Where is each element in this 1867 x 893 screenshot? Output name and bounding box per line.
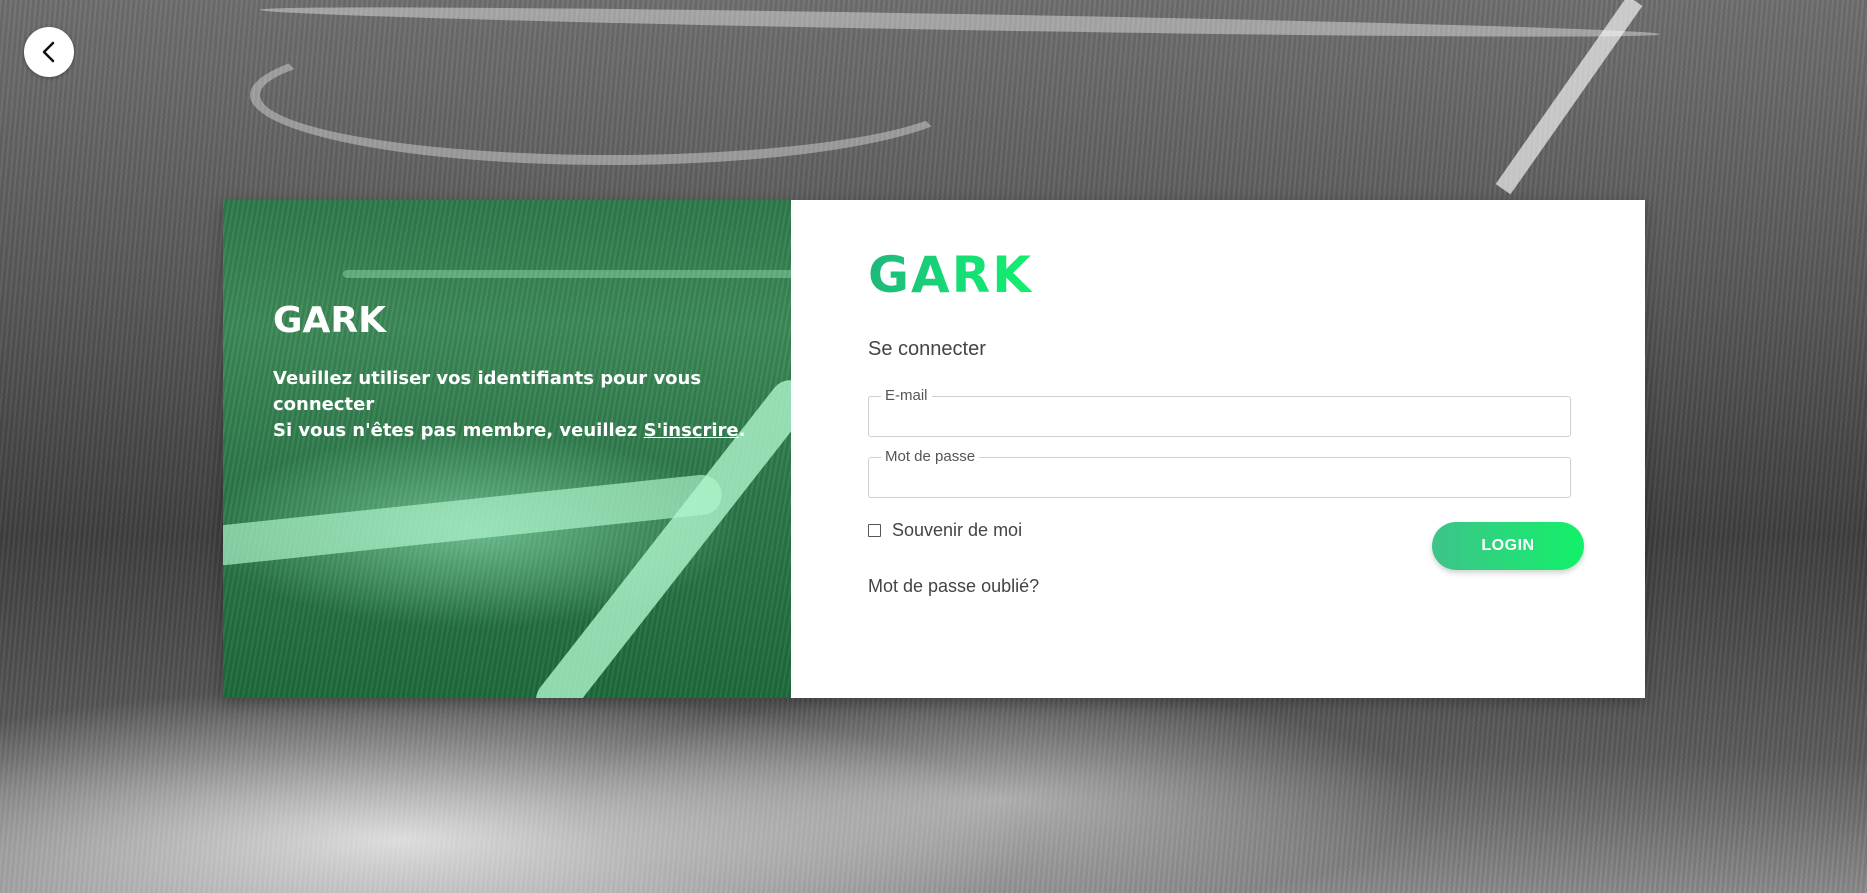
remember-me-label: Souvenir de moi	[892, 520, 1023, 540]
remember-me-checkbox[interactable]	[868, 524, 881, 537]
forgot-password-link[interactable]: Mot de passe oublié?	[868, 576, 1039, 597]
password-field: Mot de passe	[868, 449, 1571, 498]
login-page: GARK Veuillez utiliser vos identifiants …	[0, 0, 1867, 893]
password-input[interactable]	[869, 458, 1570, 497]
chevron-left-icon	[42, 41, 55, 63]
form-title: Se connecter	[868, 338, 986, 360]
gark-logo: GARK	[868, 246, 1033, 304]
welcome-panel: GARK Veuillez utiliser vos identifiants …	[223, 200, 791, 698]
signup-prompt-suffix: .	[738, 420, 746, 441]
login-form-panel: GARK Se connecter E-mail Mot de passe So…	[791, 200, 1645, 698]
email-input[interactable]	[869, 397, 1570, 436]
signup-prompt: Si vous n'êtes pas membre, veuillez S'in…	[273, 418, 773, 444]
back-button[interactable]	[24, 27, 74, 77]
login-button[interactable]: LOGIN	[1432, 522, 1584, 570]
signup-link[interactable]: S'inscrire	[644, 420, 739, 441]
remember-me-option[interactable]: Souvenir de moi	[868, 520, 1022, 541]
welcome-text: Veuillez utiliser vos identifiants pour …	[273, 366, 773, 444]
email-field: E-mail	[868, 388, 1571, 437]
welcome-instruction: Veuillez utiliser vos identifiants pour …	[273, 368, 702, 415]
signup-prompt-prefix: Si vous n'êtes pas membre, veuillez	[273, 420, 644, 441]
background-field-arc	[250, 25, 970, 165]
welcome-title: GARK	[273, 300, 387, 341]
login-card: GARK Veuillez utiliser vos identifiants …	[223, 200, 1645, 698]
panel-field-line	[343, 270, 791, 278]
